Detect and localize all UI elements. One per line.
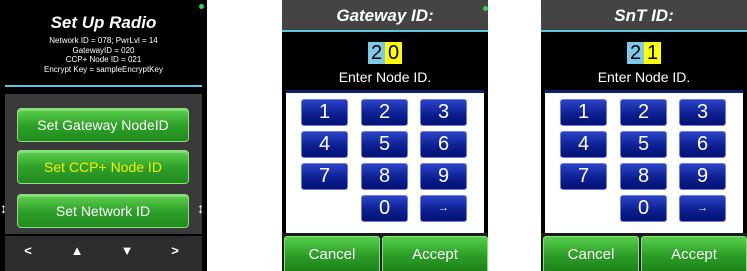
scroll-left-icon: ↕ [0,200,7,216]
key-2[interactable]: 2 [361,99,408,126]
status-indicator [199,4,204,9]
key-next-arrow-icon[interactable]: → [420,195,467,222]
divider [5,85,202,87]
header-bar: SnT ID: [541,0,747,30]
key-4[interactable]: 4 [301,131,348,158]
info-line-ccp-node: CCP+ Node ID = 021 [65,55,142,64]
snt-id-screen: SnT ID: 2 1 Enter Node ID. 1 2 3 4 5 6 7… [541,0,747,271]
menu-panel: Set Gateway NodeID Set CCP+ Node ID Set … [5,94,202,234]
key-7[interactable]: 7 [560,163,607,190]
radio-info: Network ID = 078; PwrLvl = 14 GatewayID … [0,36,207,74]
key-7[interactable]: 7 [301,163,348,190]
key-0[interactable]: 0 [361,195,408,222]
footer-bar: Cancel Accept [282,233,488,271]
key-8[interactable]: 8 [620,163,667,190]
digit-display-2: 1 [644,42,661,64]
accept-button[interactable]: Accept [382,236,488,271]
key-3[interactable]: 3 [420,99,467,126]
entry-prompt: Enter Node ID. [597,69,691,85]
key-6[interactable]: 6 [420,131,467,158]
nav-left-button[interactable]: < [8,243,48,258]
key-1[interactable]: 1 [560,99,607,126]
page-title: Set Up Radio [50,13,157,32]
cancel-button[interactable]: Cancel [284,236,380,271]
footer-bar: Cancel Accept [541,233,747,271]
keypad: 1 2 3 4 5 6 7 8 9 0 → [545,90,743,233]
page-title: Gateway ID: [336,6,434,25]
digit-display-1: 2 [627,42,644,64]
keypad: 1 2 3 4 5 6 7 8 9 0 → [286,90,484,233]
accept-button[interactable]: Accept [641,236,747,271]
divider [541,30,747,32]
key-5[interactable]: 5 [620,131,667,158]
entry-prompt: Enter Node ID. [338,69,432,85]
set-gateway-nodeid-button[interactable]: Set Gateway NodeID [17,108,189,142]
digit-display-2: 0 [385,42,402,64]
key-8[interactable]: 8 [361,163,408,190]
nav-right-button[interactable]: > [155,243,195,258]
key-5[interactable]: 5 [361,131,408,158]
info-line-network: Network ID = 078; PwrLvl = 14 [49,36,158,45]
key-3[interactable]: 3 [679,99,726,126]
nav-bar: < ▲ ▼ > [5,236,202,271]
info-line-gateway: GatewayID = 020 [72,45,135,55]
info-line-encrypt: Encrypt Key = sampleEncryptKey [44,64,163,74]
key-9[interactable]: 9 [679,163,726,190]
key-6[interactable]: 6 [679,131,726,158]
status-indicator [483,6,488,11]
nav-up-button[interactable]: ▲ [57,243,97,258]
nav-down-button[interactable]: ▼ [107,243,147,258]
key-next-arrow-icon[interactable]: → [679,195,726,222]
key-4[interactable]: 4 [560,131,607,158]
key-9[interactable]: 9 [420,163,467,190]
digit-display-1: 2 [368,42,385,64]
key-0[interactable]: 0 [620,195,667,222]
key-1[interactable]: 1 [301,99,348,126]
set-network-id-button[interactable]: Set Network ID [17,194,189,228]
cancel-button[interactable]: Cancel [543,236,639,271]
scroll-right-icon: ↕ [197,200,204,216]
key-2[interactable]: 2 [620,99,667,126]
page-title: SnT ID: [614,6,674,25]
header-bar: Gateway ID: [282,0,488,30]
setup-radio-screen: Set Up Radio Network ID = 078; PwrLvl = … [0,0,207,271]
set-ccp-node-id-button[interactable]: Set CCP+ Node ID [17,150,189,184]
divider [282,30,488,32]
gateway-id-screen: Gateway ID: 2 0 Enter Node ID. 1 2 3 4 5… [282,0,488,271]
